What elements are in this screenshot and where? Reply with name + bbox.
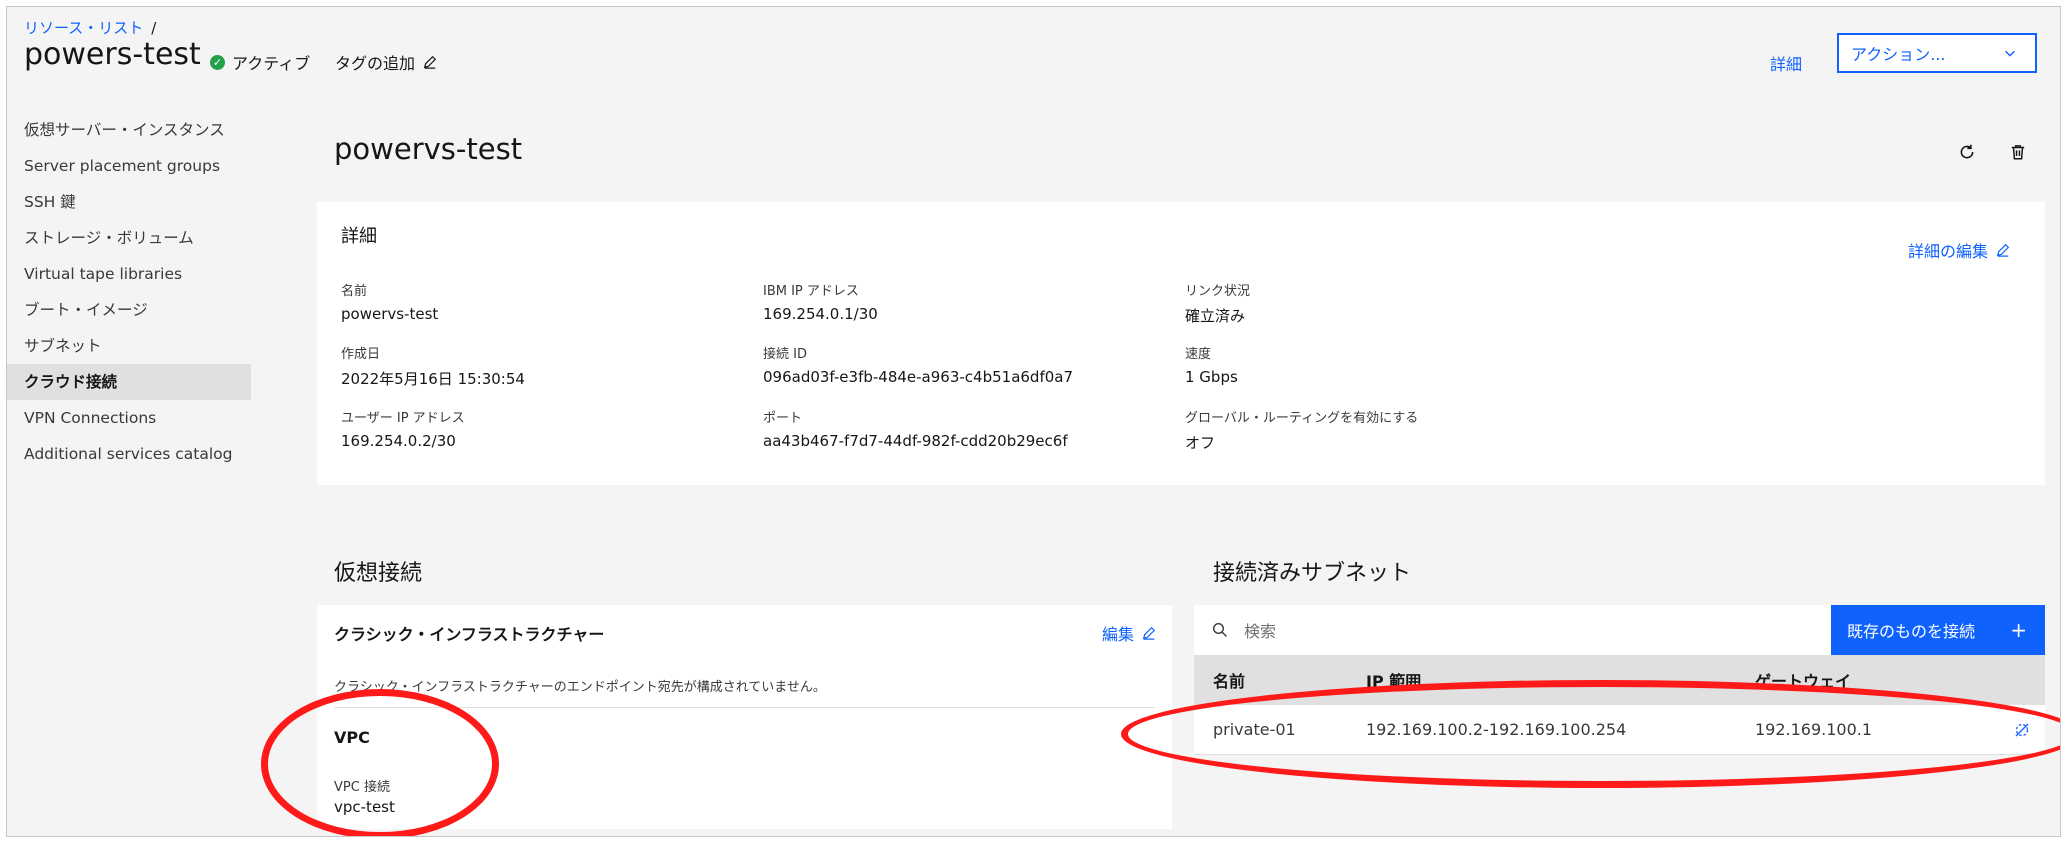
cell-gateway: 192.169.100.1 — [1755, 720, 1873, 739]
attach-existing-label: 既存のものを接続 — [1847, 622, 1976, 641]
checkmark-icon: ✓ — [210, 54, 225, 70]
field-ibm-ip: IBM IP アドレス 169.254.0.1/30 — [763, 280, 878, 323]
classic-message: クラシック・インフラストラクチャーのエンドポイント宛先が構成されていません。 — [334, 680, 826, 695]
sidebar-item-cloud-connections[interactable]: クラウド接続 — [7, 364, 251, 400]
field-label: IBM IP アドレス — [763, 284, 859, 299]
field-link-status: リンク状況 確立済み — [1185, 280, 1250, 326]
field-label: 名前 — [341, 284, 368, 299]
column-header-name: 名前 — [1213, 672, 1246, 691]
status-badge: ✓ アクティブ — [210, 50, 310, 74]
field-label: リンク状況 — [1185, 284, 1251, 299]
search-input[interactable]: 検索 — [1244, 618, 1276, 642]
field-port: ポート aa43b467-f7d7-44df-982f-cdd20b29ec6f — [763, 407, 1068, 450]
sidebar-nav: 仮想サーバー・インスタンス Server placement groups SS… — [7, 112, 251, 472]
field-label: 速度 — [1185, 347, 1212, 362]
column-header-gateway: ゲートウェイ — [1755, 672, 1852, 691]
refresh-icon[interactable] — [1955, 140, 1979, 164]
field-label: 接続 ID — [763, 347, 807, 362]
column-header-ip-range: IP 範囲 — [1366, 672, 1422, 691]
detach-icon[interactable] — [2014, 705, 2030, 754]
field-label: ユーザー IP アドレス — [341, 411, 465, 426]
cell-ip-range: 192.169.100.2-192.169.100.254 — [1366, 720, 1627, 739]
virtual-connection-title: 仮想接続 — [334, 561, 423, 586]
field-label: ポート — [763, 411, 803, 426]
divider — [334, 707, 1155, 708]
field-name: 名前 powervs-test — [341, 280, 438, 323]
pencil-icon — [423, 55, 437, 69]
vpc-connection-field: VPC 接続 vpc-test — [334, 776, 395, 816]
field-label: 作成日 — [341, 347, 381, 362]
table-row[interactable]: private-01 192.169.100.2-192.169.100.254… — [1194, 705, 2045, 755]
app-frame: リソース・リスト / powers-test ✓ アクティブ タグの追加 詳細 ア… — [6, 6, 2061, 837]
field-label: グローバル・ルーティングを有効にする — [1185, 411, 1419, 426]
field-value: 確立済み — [1185, 307, 1246, 325]
field-value: 2022年5月16日 15:30:54 — [341, 370, 525, 388]
plus-icon: + — [2010, 618, 2027, 642]
sidebar-item-virtual-tape-libraries[interactable]: Virtual tape libraries — [7, 256, 251, 292]
sidebar-item-server-placement-groups[interactable]: Server placement groups — [7, 148, 251, 184]
sidebar-item-storage-volumes[interactable]: ストレージ・ボリューム — [7, 220, 251, 256]
table-header: 名前 IP 範囲 ゲートウェイ — [1194, 655, 2045, 705]
edit-details-link[interactable]: 詳細の編集 — [1908, 238, 2010, 262]
subnet-search[interactable]: 検索 — [1194, 605, 1831, 655]
pencil-icon — [1996, 243, 2010, 257]
field-label: VPC 接続 — [334, 780, 390, 795]
field-value: vpc-test — [334, 798, 395, 816]
field-value: 096ad03f-e3fb-484e-a963-c4b51a6df0a7 — [763, 368, 1074, 386]
virtual-connection-tile: クラシック・インフラストラクチャー 編集 クラシック・インフラストラクチャーのエ… — [317, 605, 1172, 829]
search-icon — [1212, 622, 1227, 637]
connected-subnets-title: 接続済みサブネット — [1213, 561, 1412, 586]
field-value: powervs-test — [341, 305, 439, 323]
chevron-down-icon — [2005, 50, 2015, 57]
field-value: 169.254.0.1/30 — [763, 305, 878, 323]
edit-classic-link[interactable]: 編集 — [1102, 621, 1156, 645]
field-speed: 速度 1 Gbps — [1185, 343, 1238, 386]
field-value: 1 Gbps — [1185, 368, 1238, 386]
pencil-icon — [1142, 626, 1156, 640]
sidebar-item-ssh-keys[interactable]: SSH 鍵 — [7, 184, 251, 220]
field-global-routing: グローバル・ルーティングを有効にする オフ — [1185, 407, 1418, 453]
field-value: 169.254.0.2/30 — [341, 432, 456, 450]
resource-title: powervs-test — [334, 132, 523, 166]
action-dropdown[interactable]: アクション... — [1837, 33, 2037, 73]
breadcrumb: リソース・リスト / — [24, 17, 156, 38]
cell-name: private-01 — [1213, 720, 1296, 739]
breadcrumb-separator: / — [151, 19, 157, 37]
field-user-ip: ユーザー IP アドレス 169.254.0.2/30 — [341, 407, 465, 450]
details-heading: 詳細 — [341, 226, 377, 247]
sidebar-item-subnets[interactable]: サブネット — [7, 328, 251, 364]
field-value: aa43b467-f7d7-44df-982f-cdd20b29ec6f — [763, 432, 1068, 450]
action-dropdown-label: アクション... — [1851, 45, 1946, 64]
breadcrumb-resource-list[interactable]: リソース・リスト — [24, 19, 143, 37]
page-title: powers-test — [24, 37, 201, 72]
sidebar-item-virtual-server-instances[interactable]: 仮想サーバー・インスタンス — [7, 112, 251, 148]
add-tag-label: タグの追加 — [335, 54, 416, 73]
edit-details-label: 詳細の編集 — [1908, 242, 1989, 261]
status-label: アクティブ — [232, 54, 311, 73]
field-value: オフ — [1185, 434, 1216, 452]
edit-classic-label: 編集 — [1102, 625, 1135, 644]
field-connection-id: 接続 ID 096ad03f-e3fb-484e-a963-c4b51a6df0… — [763, 343, 1073, 386]
trash-icon[interactable] — [2006, 140, 2030, 164]
add-tag-button[interactable]: タグの追加 — [335, 50, 437, 74]
field-created: 作成日 2022年5月16日 15:30:54 — [341, 343, 525, 389]
classic-heading: クラシック・インフラストラクチャー — [334, 625, 605, 644]
attach-existing-button[interactable]: 既存のものを接続 + — [1831, 605, 2045, 655]
vpc-heading: VPC — [334, 728, 370, 747]
sidebar-item-vpn-connections[interactable]: VPN Connections — [7, 400, 251, 436]
sidebar-item-additional-services-catalog[interactable]: Additional services catalog — [7, 436, 251, 472]
details-link[interactable]: 詳細 — [1770, 51, 1802, 75]
sidebar-item-boot-images[interactable]: ブート・イメージ — [7, 292, 251, 328]
details-tile: 詳細 詳細の編集 名前 powervs-test 作成日 2022年5月16日 … — [317, 202, 2045, 485]
